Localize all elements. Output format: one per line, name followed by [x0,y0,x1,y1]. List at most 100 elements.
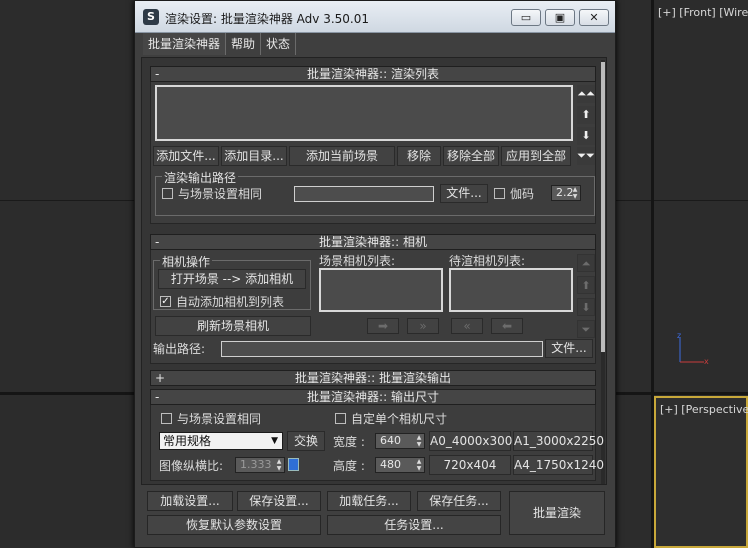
maximize-button[interactable]: ▣ [545,9,575,26]
size-preset-dropdown[interactable]: 常用规格 ▼ [159,432,283,450]
perspective-viewport[interactable] [654,396,748,548]
lock-icon[interactable] [288,458,299,471]
preset-720-button[interactable]: 720x404 [429,455,511,475]
front-viewport-label[interactable]: [+] [Front] [Wire [658,6,748,19]
height-value: 480 [380,458,401,471]
render-list-rollout-body: ⏶⏶ ⬆ ⬇ ⏷⏷ 添加文件... 添加目录... 添加当前场景 移除 移除全部… [150,82,596,224]
batch-output-rollout-header[interactable]: + 批量渲染神器:: 批量渲染输出 [150,370,596,386]
auto-add-camera-checkbox[interactable]: ✓ [160,296,171,307]
expand-toggle[interactable]: + [155,371,165,385]
collapse-toggle[interactable]: - [155,235,159,249]
camera-move-top-icon[interactable]: ⏶ [577,254,595,272]
add-all-cameras-icon[interactable]: » [407,318,439,334]
load-task-button[interactable]: 加载任务... [327,491,411,511]
swap-button[interactable]: 交换 [287,431,325,451]
spinner-arrows-icon[interactable]: ▲ ▼ [274,458,284,472]
width-spinner[interactable]: 640 ▲ ▼ [375,433,425,449]
size-same-as-scene-checkbox[interactable] [161,413,172,424]
move-up-icon[interactable]: ⬆ [577,106,595,124]
move-to-bottom-icon[interactable]: ⏷⏷ [577,147,595,165]
add-current-scene-button[interactable]: 添加当前场景 [289,146,395,166]
tab-status[interactable]: 状态 [261,33,297,55]
camera-rollout-body: 相机操作 打开场景 --> 添加相机 ✓ 自动添加相机到列表 刷新场景相机 场景… [150,250,596,364]
pending-camera-list[interactable] [449,268,573,312]
svg-text:x: x [704,357,709,366]
output-file-button[interactable]: 文件... [440,184,488,203]
scene-camera-list-label: 场景相机列表: [319,254,396,268]
remove-all-button[interactable]: 移除全部 [443,146,499,166]
rollout-title: 批量渲染神器:: 相机 [319,235,427,249]
axis-gizmo-icon: z x [677,331,709,366]
scene-camera-list[interactable] [319,268,443,312]
batch-render-button[interactable]: 批量渲染 [509,491,605,535]
tab-batch-render[interactable]: 批量渲染神器 [143,33,227,55]
same-as-scene-checkbox[interactable] [162,188,173,199]
collapse-toggle[interactable]: - [155,390,159,404]
render-settings-dialog: S 渲染设置: 批量渲染神器 Adv 3.50.01 ▭ ▣ ✕ 批量渲染神器 … [134,0,616,548]
render-list-box[interactable] [155,85,573,141]
grid-line [616,200,748,201]
preset-a4-button[interactable]: A4_1750x1240 [513,455,604,475]
tab-help[interactable]: 帮助 [226,33,262,55]
title-bar[interactable]: S 渲染设置: 批量渲染神器 Adv 3.50.01 ▭ ▣ ✕ [135,1,615,33]
remove-button[interactable]: 移除 [397,146,441,166]
camera-move-down-icon[interactable]: ⬇ [577,298,595,316]
remove-camera-arrow-icon[interactable]: ⬅ [491,318,523,334]
output-path-label: 输出路径: [153,342,206,356]
camera-output-file-button[interactable]: 文件... [545,339,593,358]
collapse-toggle[interactable]: - [155,67,159,81]
gamma-spinner[interactable]: 2.2 ▲ ▼ [551,185,581,201]
move-down-icon[interactable]: ⬇ [577,127,595,145]
camera-move-bottom-icon[interactable]: ⏷ [577,320,595,338]
output-size-rollout-header[interactable]: - 批量渲染神器:: 输出尺寸 [150,389,596,405]
render-list-rollout-header[interactable]: - 批量渲染神器:: 渲染列表 [150,66,596,82]
camera-move-up-icon[interactable]: ⬆ [577,276,595,294]
remove-all-cameras-icon[interactable]: « [451,318,483,334]
add-directory-button[interactable]: 添加目录... [221,146,287,166]
close-button[interactable]: ✕ [579,9,609,26]
output-path-field[interactable] [294,186,434,202]
restore-defaults-button[interactable]: 恢复默认参数设置 [147,515,321,535]
rollout-title: 批量渲染神器:: 渲染列表 [307,67,439,81]
perspective-viewport-label[interactable]: [+] [Perspective [660,403,748,416]
scrollbar-thumb[interactable] [601,62,605,352]
rollout-panel: - 批量渲染神器:: 渲染列表 ⏶⏶ ⬆ ⬇ ⏷⏷ 添加文件... 添加目录..… [141,57,607,485]
apply-to-all-button[interactable]: 应用到全部 [501,146,571,166]
spinner-arrows-icon[interactable]: ▲ ▼ [414,458,424,472]
rollout-scrollbar[interactable] [601,60,605,484]
aspect-value: 1.333 [240,458,272,471]
task-settings-button[interactable]: 任务设置... [327,515,501,535]
width-value: 640 [380,434,401,447]
load-settings-button[interactable]: 加载设置... [147,491,233,511]
height-label: 高度 : [333,459,365,473]
add-camera-arrow-icon[interactable]: ➡ [367,318,399,334]
app-icon: S [143,9,159,25]
save-settings-button[interactable]: 保存设置... [237,491,321,511]
gamma-label: 伽码 [510,187,535,201]
camera-rollout-header[interactable]: - 批量渲染神器:: 相机 [150,234,596,250]
preset-a0-button[interactable]: A0_4000x3000 [429,431,520,451]
spinner-arrows-icon[interactable]: ▲ ▼ [414,434,424,448]
width-label: 宽度 : [333,435,365,449]
pending-camera-list-label: 待渲相机列表: [449,254,526,268]
add-file-button[interactable]: 添加文件... [153,146,219,166]
group-title: 渲染输出路径 [162,169,239,186]
size-same-as-scene-label: 与场景设置相同 [177,412,262,426]
save-task-button[interactable]: 保存任务... [417,491,501,511]
spinner-arrows-icon[interactable]: ▲ ▼ [570,186,580,200]
preset-a1-button[interactable]: A1_3000x2250 [513,431,604,451]
camera-output-path-field[interactable] [221,341,543,357]
same-as-scene-label: 与场景设置相同 [178,187,263,201]
custom-camera-size-checkbox[interactable] [335,413,346,424]
refresh-scene-camera-button[interactable]: 刷新场景相机 [155,316,311,336]
chevron-down-icon: ▼ [271,436,278,446]
render-output-path-group: 渲染输出路径 与场景设置相同 文件... 伽码 2.2 ▲ ▼ [155,169,595,216]
open-scene-add-camera-button[interactable]: 打开场景 --> 添加相机 [158,269,306,289]
height-spinner[interactable]: 480 ▲ ▼ [375,457,425,473]
move-to-top-icon[interactable]: ⏶⏶ [577,85,595,103]
custom-camera-size-label: 自定单个相机尺寸 [351,412,448,426]
rollout-title: 批量渲染神器:: 输出尺寸 [307,390,439,404]
gamma-checkbox[interactable] [494,188,505,199]
aspect-ratio-spinner[interactable]: 1.333 ▲ ▼ [235,457,285,473]
minimize-button[interactable]: ▭ [511,9,541,26]
